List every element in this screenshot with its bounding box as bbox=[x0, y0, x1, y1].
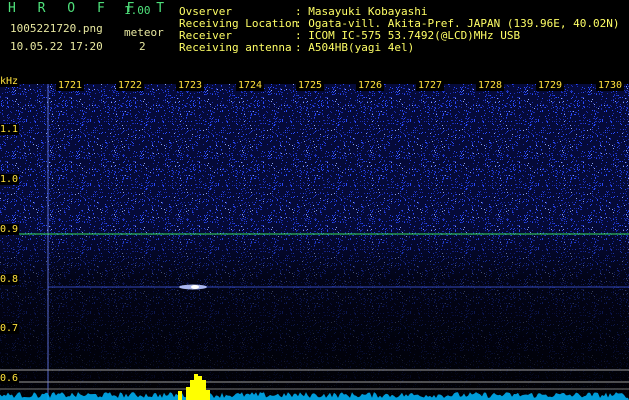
noise-fade bbox=[0, 84, 629, 400]
x-tick: 1723 bbox=[176, 80, 205, 91]
info-value-antenna: : A504HB(yagi 4el) bbox=[295, 41, 415, 54]
spectrogram bbox=[0, 84, 629, 400]
signal-burst bbox=[190, 380, 194, 400]
signal-burst bbox=[194, 374, 198, 400]
y-tick: 0.8 bbox=[0, 274, 20, 285]
x-tick: 1730 bbox=[596, 80, 625, 91]
x-tick: 1727 bbox=[416, 80, 445, 91]
y-unit-label: kHz bbox=[0, 76, 20, 87]
x-tick: 1728 bbox=[476, 80, 505, 91]
y-tick: 1.1 bbox=[0, 124, 20, 135]
signal-burst bbox=[178, 391, 182, 400]
meteor-head bbox=[191, 285, 199, 289]
hroft-window: H R O F F T 1.00 1005221720.png meteor 1… bbox=[0, 0, 629, 400]
app-version: 1.00 bbox=[124, 4, 151, 17]
info-key-antenna: Receiving antenna bbox=[179, 41, 292, 54]
x-tick: 1725 bbox=[296, 80, 325, 91]
x-tick: 1722 bbox=[116, 80, 145, 91]
x-tick: 1729 bbox=[536, 80, 565, 91]
signal-burst bbox=[198, 376, 202, 400]
signal-burst bbox=[202, 380, 206, 400]
signal-burst bbox=[186, 387, 190, 400]
y-tick: 0.6 bbox=[0, 373, 20, 384]
x-tick: 1724 bbox=[236, 80, 265, 91]
x-tick: 1726 bbox=[356, 80, 385, 91]
datetime: 10.05.22 17:20 bbox=[10, 40, 103, 53]
y-tick: 0.7 bbox=[0, 323, 20, 334]
x-tick: 1721 bbox=[56, 80, 85, 91]
meteor-label: meteor bbox=[124, 26, 164, 39]
meteor-count: 2 bbox=[139, 40, 146, 53]
y-tick: 0.9 bbox=[0, 224, 20, 235]
filename: 1005221720.png bbox=[10, 22, 103, 35]
signal-burst bbox=[206, 390, 210, 400]
y-tick: 1.0 bbox=[0, 174, 20, 185]
